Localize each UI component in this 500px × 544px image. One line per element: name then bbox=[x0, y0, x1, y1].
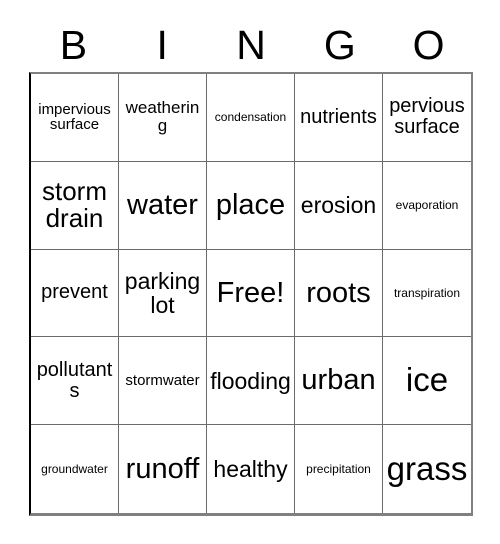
bingo-cell[interactable]: evaporation bbox=[383, 161, 471, 250]
bingo-cell[interactable]: urban bbox=[295, 337, 383, 426]
bingo-cell[interactable]: flooding bbox=[207, 337, 295, 426]
bingo-cell[interactable]: prevent bbox=[31, 249, 119, 338]
bingo-cell-label: parking lot bbox=[124, 267, 201, 318]
bingo-cell[interactable]: runoff bbox=[119, 425, 207, 513]
bingo-cell[interactable]: place bbox=[207, 161, 295, 250]
bingo-grid: impervious surface weathering condensati… bbox=[29, 72, 473, 516]
bingo-cell[interactable]: storm drain bbox=[31, 161, 119, 250]
bingo-cell[interactable]: condensation bbox=[207, 74, 295, 162]
bingo-header-letter-b: B bbox=[59, 21, 88, 68]
bingo-header-row: B I N G O bbox=[29, 18, 473, 72]
bingo-cell-label: Free! bbox=[216, 276, 285, 309]
bingo-cell[interactable]: roots bbox=[295, 249, 383, 338]
bingo-cell-label: ice bbox=[405, 361, 449, 399]
bingo-cell-label: stormwater bbox=[125, 371, 200, 389]
bingo-cell[interactable]: weathering bbox=[119, 74, 207, 162]
bingo-cell-label: evaporation bbox=[395, 197, 459, 212]
bingo-cell[interactable]: nutrients bbox=[295, 74, 383, 162]
bingo-header-letter-o: O bbox=[412, 21, 445, 68]
bingo-cell[interactable]: grass bbox=[383, 425, 471, 513]
bingo-cell[interactable]: healthy bbox=[207, 425, 295, 513]
bingo-cell[interactable]: erosion bbox=[295, 161, 383, 250]
bingo-cell-label: erosion bbox=[300, 192, 377, 218]
bingo-cell-label: groundwater bbox=[41, 461, 108, 476]
bingo-cell-label: water bbox=[127, 188, 198, 221]
bingo-cell-label: condensation bbox=[214, 110, 287, 125]
bingo-header-letter-g: G bbox=[323, 21, 356, 68]
bingo-cell-label: pollutants bbox=[36, 358, 113, 402]
bingo-cell[interactable]: stormwater bbox=[119, 337, 207, 426]
bingo-cell-label: urban bbox=[301, 364, 376, 397]
bingo-cell-label: storm drain bbox=[42, 175, 107, 234]
bingo-cell-label: healthy bbox=[213, 455, 288, 482]
bingo-cell[interactable]: water bbox=[119, 161, 207, 250]
bingo-cell[interactable]: precipitation bbox=[295, 425, 383, 513]
bingo-cell-free-space[interactable]: Free! bbox=[207, 249, 295, 338]
bingo-cell-label: prevent bbox=[41, 281, 108, 304]
bingo-cell[interactable]: pervious surface bbox=[383, 74, 471, 162]
bingo-cell-label: impervious surface bbox=[38, 100, 111, 134]
bingo-cell[interactable]: parking lot bbox=[119, 249, 207, 338]
bingo-cell-label: precipitation bbox=[306, 461, 371, 476]
bingo-cell[interactable]: ice bbox=[383, 337, 471, 426]
bingo-cell[interactable]: pollutants bbox=[31, 337, 119, 426]
bingo-header-letter-i: I bbox=[156, 21, 168, 68]
bingo-cell-label: transpiration bbox=[393, 285, 461, 300]
bingo-cell[interactable]: groundwater bbox=[31, 425, 119, 513]
bingo-cell-label: place bbox=[215, 188, 286, 221]
bingo-cell-label: roots bbox=[306, 276, 371, 309]
bingo-cell[interactable]: transpiration bbox=[383, 249, 471, 338]
bingo-cell-label: weathering bbox=[125, 98, 200, 136]
bingo-cell-label: nutrients bbox=[300, 105, 377, 128]
bingo-cell-label: grass bbox=[386, 449, 468, 487]
bingo-cell-label: flooding bbox=[210, 367, 291, 394]
bingo-card: B I N G O impervious surface weathering … bbox=[0, 0, 500, 544]
bingo-cell-label: pervious surface bbox=[389, 95, 465, 139]
bingo-header-letter-n: N bbox=[236, 21, 266, 68]
bingo-cell[interactable]: impervious surface bbox=[31, 74, 119, 162]
bingo-cell-label: runoff bbox=[125, 452, 200, 485]
